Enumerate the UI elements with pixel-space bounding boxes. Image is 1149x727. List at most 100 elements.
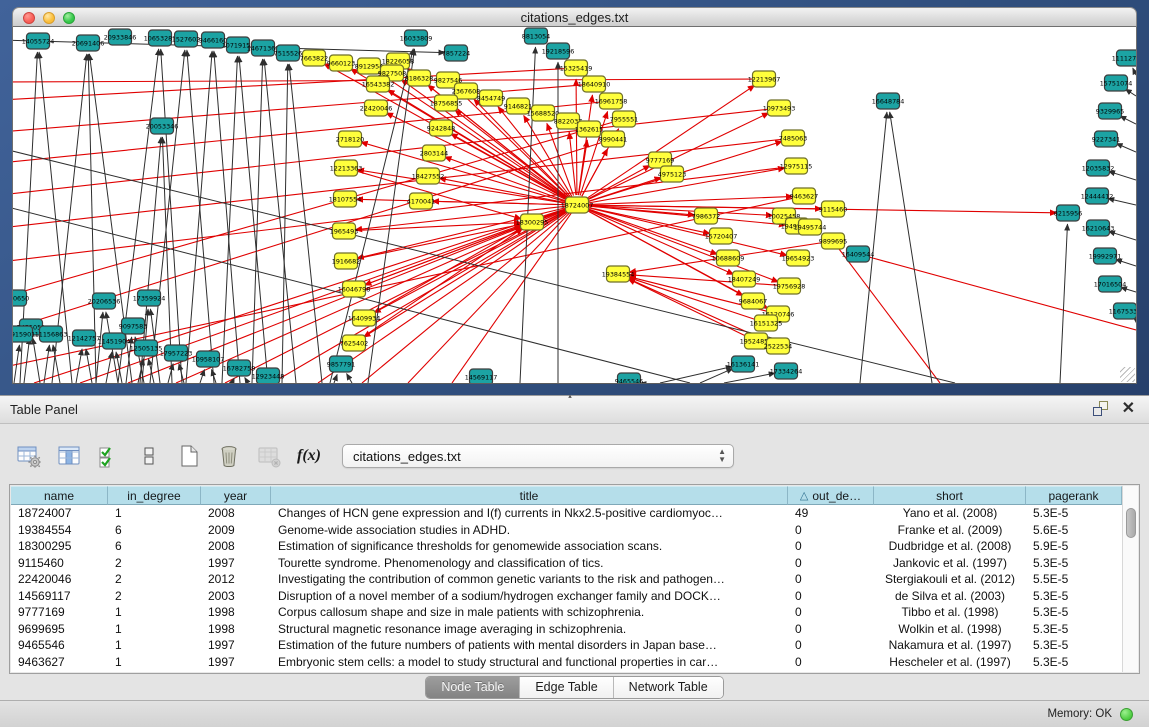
show-columns-icon[interactable] xyxy=(54,441,84,471)
network-node[interactable]: 8215956 xyxy=(1054,205,1082,221)
network-node[interactable]: 16782759 xyxy=(223,360,256,376)
network-node[interactable]: 19992971 xyxy=(1089,248,1122,264)
network-node[interactable]: 12505135 xyxy=(130,340,163,356)
function-builder-icon[interactable]: f(x) xyxy=(294,441,324,471)
network-node[interactable]: 9684067 xyxy=(739,293,767,309)
column-header-year[interactable]: year xyxy=(201,486,271,505)
network-node[interactable]: 20933846 xyxy=(104,29,137,45)
network-node[interactable]: 8186328 xyxy=(405,70,433,86)
network-node[interactable]: 1965493 xyxy=(330,223,358,239)
network-node[interactable]: 17957223 xyxy=(160,345,193,361)
network-node[interactable]: 18640910 xyxy=(578,76,611,92)
network-node[interactable]: 10688609 xyxy=(712,250,745,266)
network-node[interactable]: 18407249 xyxy=(728,271,761,287)
network-node[interactable]: 10973493 xyxy=(763,100,796,116)
network-graph[interactable]: 1405572420691406209338461065328715276029… xyxy=(13,27,1136,383)
network-node[interactable]: 20053346 xyxy=(146,118,179,134)
table-row[interactable]: 946554611997Estimation of the future num… xyxy=(11,637,1122,654)
vertical-scrollbar[interactable] xyxy=(1122,486,1138,672)
column-header-in_degree[interactable]: in_degree xyxy=(108,486,201,505)
network-node[interactable]: 8990441 xyxy=(599,131,627,147)
splitter-handle[interactable]: ▴ xyxy=(563,395,577,400)
network-node[interactable]: 2260650 xyxy=(13,290,29,306)
tab-node-table[interactable]: Node Table xyxy=(426,677,520,698)
table-selector-dropdown[interactable]: citations_edges.txt ▲▼ xyxy=(342,444,734,468)
network-node[interactable]: 20691406 xyxy=(72,35,105,51)
network-node[interactable]: 18107554 xyxy=(329,191,362,207)
network-node[interactable]: 17334264 xyxy=(770,363,803,379)
network-node[interactable]: 16210643 xyxy=(1082,220,1115,236)
network-node[interactable]: 12444412 xyxy=(1081,188,1114,204)
network-node[interactable]: 12035832 xyxy=(1082,160,1115,176)
table-options-icon[interactable] xyxy=(14,441,44,471)
network-node[interactable]: 17016504 xyxy=(1094,276,1127,292)
column-header-out_de[interactable]: △out_de… xyxy=(788,486,874,505)
column-header-name[interactable]: name xyxy=(11,486,108,505)
network-node[interactable]: 16409934 xyxy=(348,310,381,326)
table-row[interactable]: 1456911722003Disruption of a novel membe… xyxy=(11,588,1122,605)
network-node[interactable]: 11112786 xyxy=(1112,50,1136,66)
column-header-short[interactable]: short xyxy=(874,486,1026,505)
zoom-window-button[interactable] xyxy=(63,12,75,24)
table-row[interactable]: 1872400712008Changes of HCN gene express… xyxy=(11,505,1122,522)
table-row[interactable]: 969969511998Structural magnetic resonanc… xyxy=(11,621,1122,638)
network-node[interactable]: 9899695 xyxy=(819,233,847,249)
network-node[interactable]: 7857224 xyxy=(442,45,470,61)
network-node[interactable]: 9227341 xyxy=(1092,131,1120,147)
network-node[interactable]: 9329965 xyxy=(1096,103,1124,119)
network-node[interactable]: 15720407 xyxy=(705,228,738,244)
network-node[interactable]: 18300295 xyxy=(516,214,549,230)
network-node[interactable]: 4170041 xyxy=(407,193,435,209)
network-node[interactable]: 16033809 xyxy=(400,30,433,46)
delete-table-icon[interactable] xyxy=(214,441,244,471)
network-node[interactable]: 16046798 xyxy=(338,281,371,297)
import-table-icon[interactable] xyxy=(254,441,284,471)
network-node[interactable]: 9242848 xyxy=(427,120,455,136)
network-node[interactable]: 18756855 xyxy=(430,95,463,111)
network-node[interactable]: 8454749 xyxy=(477,90,505,106)
network-node[interactable]: 20206536 xyxy=(88,293,121,309)
network-node[interactable]: 19218596 xyxy=(542,43,575,59)
network-node[interactable]: 9660123 xyxy=(327,55,355,71)
network-node[interactable]: 19495744 xyxy=(794,219,827,235)
network-node[interactable]: 7515526 xyxy=(274,45,302,61)
network-node[interactable]: 9463627 xyxy=(790,188,818,204)
network-canvas[interactable]: 1405572420691406209338461065328715276029… xyxy=(12,27,1137,384)
network-node[interactable]: 7986372 xyxy=(692,208,720,224)
network-node[interactable]: 16151325 xyxy=(750,315,783,331)
network-node[interactable]: 9857791 xyxy=(327,356,355,372)
network-node[interactable]: 22420046 xyxy=(360,100,393,116)
network-node[interactable]: 2803144 xyxy=(420,145,448,161)
network-node[interactable]: 16136141 xyxy=(727,356,760,372)
network-node[interactable]: 11451904 xyxy=(98,333,131,349)
network-node[interactable]: 11675338 xyxy=(1109,303,1136,319)
network-node[interactable]: 17359924 xyxy=(133,290,166,306)
network-window-titlebar[interactable]: citations_edges.txt xyxy=(12,7,1137,27)
network-node[interactable]: 7955551 xyxy=(610,111,638,127)
network-node[interactable]: 16648784 xyxy=(872,93,905,109)
network-node[interactable]: 15325419 xyxy=(560,60,593,76)
memory-ok-indicator-icon[interactable] xyxy=(1120,708,1133,721)
network-node[interactable]: 16409544 xyxy=(842,246,875,262)
network-node[interactable]: 12975115 xyxy=(780,158,813,174)
resize-grip-icon[interactable] xyxy=(1120,367,1135,382)
network-node[interactable]: 10958107 xyxy=(192,351,225,367)
network-node[interactable]: 11156863 xyxy=(35,326,68,342)
network-node[interactable]: 16961758 xyxy=(595,93,628,109)
network-node[interactable]: 12213967 xyxy=(748,71,781,87)
network-node[interactable]: 19384554 xyxy=(602,266,635,282)
network-node[interactable]: 1527602 xyxy=(172,31,200,47)
network-node[interactable]: 19756928 xyxy=(773,278,806,294)
close-window-button[interactable] xyxy=(23,12,35,24)
network-node[interactable]: 19654923 xyxy=(782,250,815,266)
network-node[interactable]: 18724007 xyxy=(561,197,594,213)
close-icon[interactable]: ✕ xyxy=(1122,401,1135,416)
table-row[interactable]: 911546021997Tourette syndrome. Phenomeno… xyxy=(11,555,1122,572)
network-node[interactable]: 1916682 xyxy=(332,253,360,269)
network-node[interactable]: 9097583 xyxy=(119,318,147,334)
column-header-title[interactable]: title xyxy=(271,486,788,505)
rows-icon[interactable] xyxy=(134,441,164,471)
network-node[interactable]: 9465546 xyxy=(615,373,643,383)
new-table-icon[interactable] xyxy=(174,441,204,471)
network-node[interactable]: 12213363 xyxy=(330,160,363,176)
